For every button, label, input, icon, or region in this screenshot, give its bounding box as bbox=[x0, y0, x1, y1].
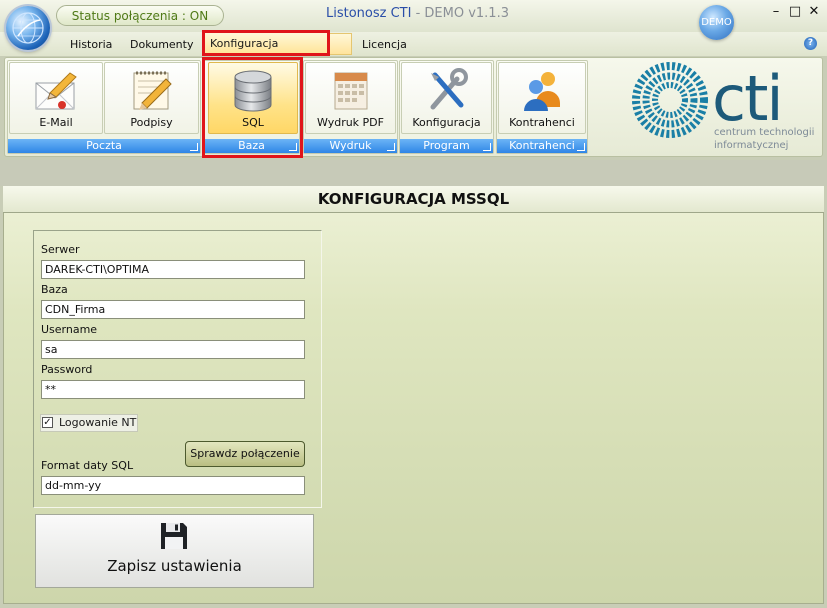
tab-licencja[interactable]: Licencja bbox=[362, 37, 407, 53]
test-connection-button[interactable]: Sprawdz połączenie bbox=[185, 441, 305, 467]
server-input[interactable] bbox=[41, 260, 305, 279]
group-launcher-icon[interactable] bbox=[190, 143, 198, 151]
group-label-kontrahenci-text: Kontrahenci bbox=[509, 139, 575, 152]
username-label: Username bbox=[41, 323, 98, 336]
date-format-input[interactable] bbox=[41, 476, 305, 495]
email-icon bbox=[35, 72, 77, 110]
cti-logo-text: cti bbox=[712, 62, 782, 135]
email-button[interactable]: E-Mail bbox=[9, 62, 103, 134]
contractors-button-label: Kontrahenci bbox=[509, 116, 575, 129]
group-label-poczta-text: Poczta bbox=[86, 139, 122, 152]
separator-strip bbox=[0, 160, 827, 186]
email-button-label: E-Mail bbox=[39, 116, 73, 129]
maximize-button[interactable]: □ bbox=[788, 5, 802, 19]
nt-login-checkbox[interactable]: ✓ bbox=[42, 417, 53, 428]
group-label-program-text: Program bbox=[423, 139, 470, 152]
group-launcher-icon[interactable] bbox=[577, 143, 585, 151]
save-settings-label: Zapisz ustawienia bbox=[107, 557, 242, 575]
tab-dokumenty[interactable]: Dokumenty bbox=[130, 37, 193, 53]
group-label-poczta: Poczta bbox=[8, 139, 200, 153]
group-launcher-icon[interactable] bbox=[483, 143, 491, 151]
group-label-program: Program bbox=[400, 139, 493, 153]
cti-subtitle-line2: informatycznej bbox=[714, 140, 789, 151]
sql-highlight-frame bbox=[202, 57, 303, 158]
minimize-button[interactable]: – bbox=[769, 5, 783, 19]
print-pdf-button[interactable]: Wydruk PDF bbox=[305, 62, 396, 134]
connection-status-pill: Status połączenia : ON bbox=[56, 5, 224, 26]
group-label-kontrahenci: Kontrahenci bbox=[497, 139, 587, 153]
app-name: Listonosz CTI bbox=[326, 6, 412, 21]
tab-bar bbox=[0, 32, 827, 56]
contractors-button[interactable]: Kontrahenci bbox=[498, 62, 586, 134]
help-icon[interactable]: ? bbox=[804, 37, 817, 50]
demo-badge: DEMO bbox=[699, 5, 734, 40]
group-launcher-icon[interactable] bbox=[387, 143, 395, 151]
signatures-button[interactable]: Podpisy bbox=[104, 62, 199, 134]
password-label: Password bbox=[41, 363, 93, 376]
close-button[interactable]: ✕ bbox=[807, 5, 821, 19]
group-label-wydruk-text: Wydruk bbox=[329, 139, 372, 152]
app-version: - DEMO v1.1.3 bbox=[411, 6, 509, 21]
tab-historia[interactable]: Historia bbox=[70, 37, 112, 53]
signature-icon bbox=[133, 71, 172, 110]
panel-title: KONFIGURACJA MSSQL bbox=[3, 186, 824, 213]
tools-icon bbox=[430, 68, 468, 110]
floppy-disk-icon bbox=[161, 523, 187, 549]
nt-login-label: Logowanie NT bbox=[59, 416, 137, 429]
signatures-button-label: Podpisy bbox=[130, 116, 173, 129]
connection-status-text: Status połączenia : ON bbox=[71, 9, 209, 23]
window-title: Listonosz CTI - DEMO v1.1.3 bbox=[326, 6, 509, 21]
app-orb-icon[interactable] bbox=[6, 6, 50, 50]
database-input[interactable] bbox=[41, 300, 305, 319]
database-label: Baza bbox=[41, 283, 68, 296]
users-icon bbox=[524, 72, 560, 111]
password-input[interactable] bbox=[41, 380, 305, 399]
calendar-print-icon bbox=[334, 72, 367, 110]
configuration-button-label: Konfiguracja bbox=[412, 116, 481, 129]
cti-subtitle-line1: centrum technologii bbox=[714, 127, 815, 138]
server-label: Serwer bbox=[41, 243, 80, 256]
date-format-label: Format daty SQL bbox=[41, 459, 134, 472]
tab-active-extension bbox=[330, 33, 352, 55]
print-pdf-button-label: Wydruk PDF bbox=[317, 116, 384, 129]
tab-konfiguracja-programu[interactable]: Konfiguracja programu bbox=[202, 30, 330, 66]
group-label-wydruk: Wydruk bbox=[304, 139, 397, 153]
save-settings-button[interactable]: Zapisz ustawienia bbox=[35, 514, 314, 588]
username-input[interactable] bbox=[41, 340, 305, 359]
configuration-button[interactable]: Konfiguracja bbox=[401, 62, 492, 134]
